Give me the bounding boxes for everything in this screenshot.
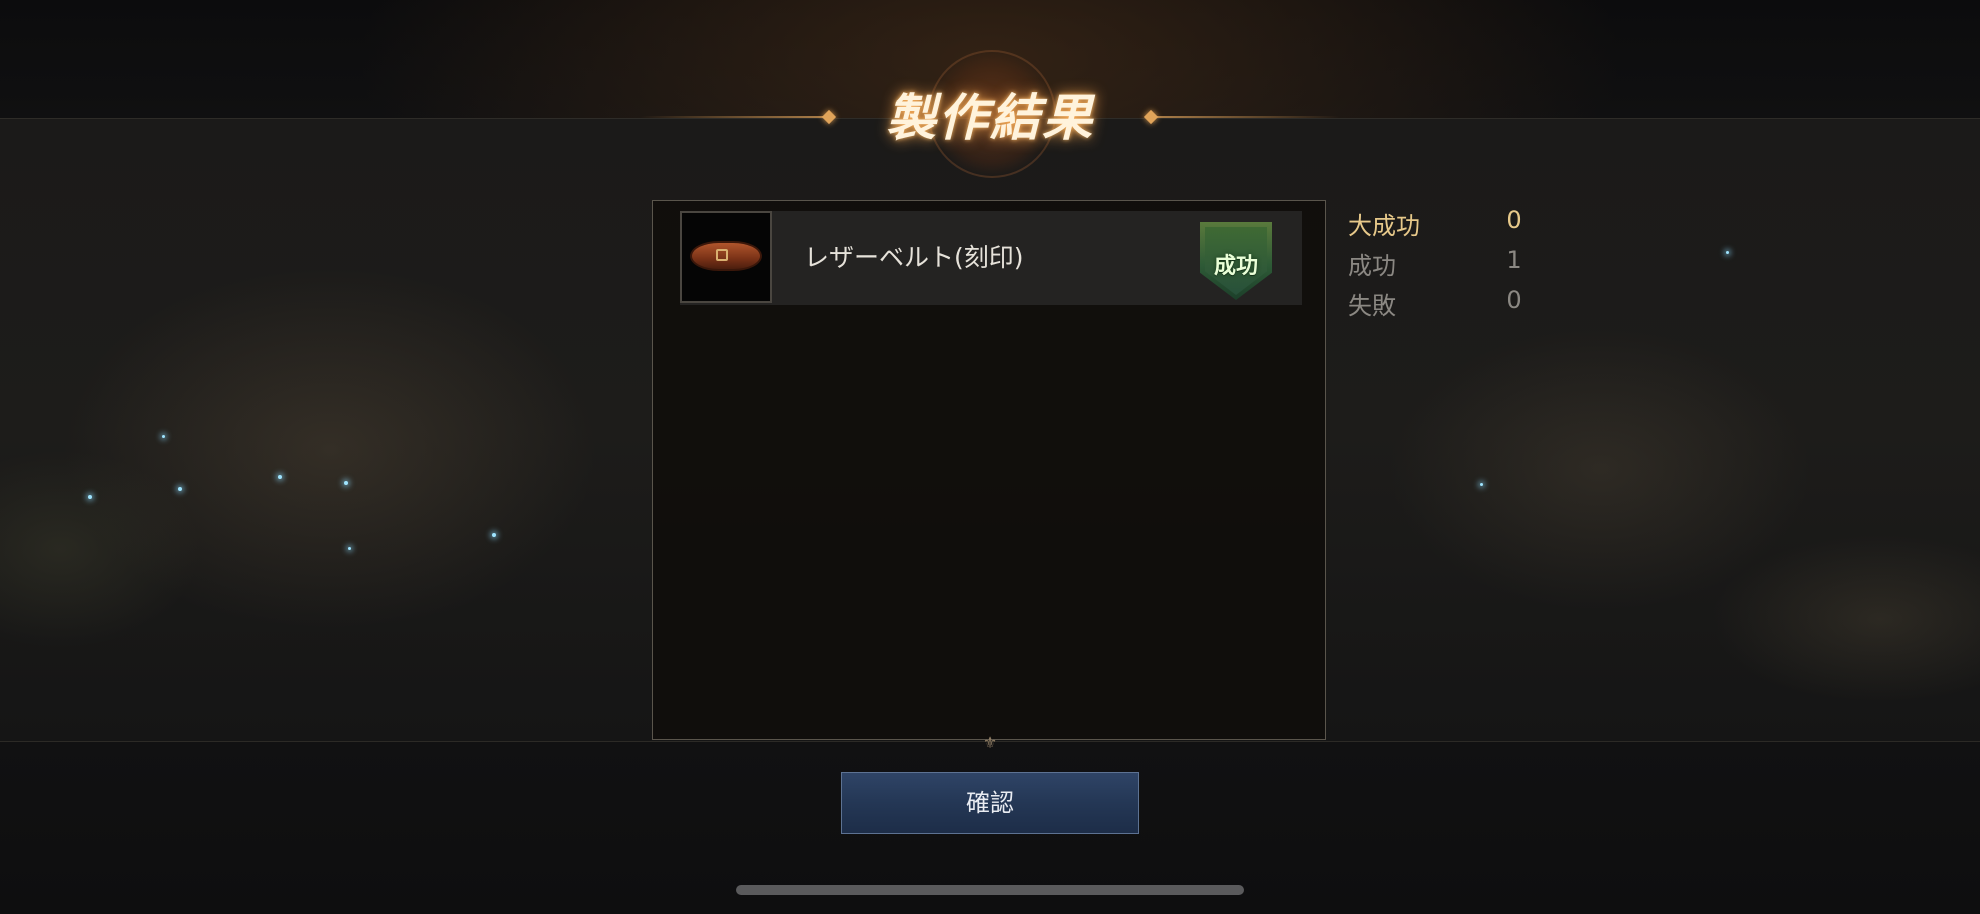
home-indicator[interactable] — [736, 885, 1244, 895]
stat-label: 成功 — [1348, 252, 1396, 280]
sparkle-particle — [344, 481, 348, 485]
crafting-result-screen: 製作結果 ⚜ レザーベルト(刻印) 成功 大成功 0 成功 1 失敗 0 確認 — [0, 0, 1980, 914]
title-divider-right — [1150, 116, 1340, 118]
stat-label: 失敗 — [1348, 292, 1396, 320]
stat-value: 0 — [1506, 206, 1522, 234]
stat-failure: 失敗 0 — [1348, 286, 1548, 322]
confirm-button[interactable]: 確認 — [841, 772, 1139, 834]
panel-ornament-icon: ⚜ — [982, 733, 998, 752]
item-slot[interactable] — [680, 211, 772, 303]
leather-belt-icon — [690, 241, 762, 271]
stat-great-success: 大成功 0 — [1348, 206, 1548, 242]
sparkle-particle — [278, 475, 282, 479]
stat-label: 大成功 — [1348, 212, 1420, 240]
item-name: レザーベルト(刻印) — [804, 243, 1024, 272]
stat-value: 0 — [1506, 286, 1522, 314]
page-title: 製作結果 — [886, 88, 1094, 147]
stat-value: 1 — [1506, 246, 1522, 274]
title-divider-left — [640, 116, 830, 118]
sparkle-particle — [178, 487, 182, 491]
sparkle-particle — [348, 547, 351, 550]
sparkle-particle — [162, 435, 165, 438]
sparkle-particle — [492, 533, 496, 537]
stat-success: 成功 1 — [1348, 246, 1548, 282]
success-badge: 成功 — [1200, 222, 1272, 300]
sparkle-particle — [1480, 483, 1483, 486]
sparkle-particle — [88, 495, 92, 499]
sparkle-particle — [1726, 251, 1729, 254]
success-badge-label: 成功 — [1213, 254, 1258, 279]
